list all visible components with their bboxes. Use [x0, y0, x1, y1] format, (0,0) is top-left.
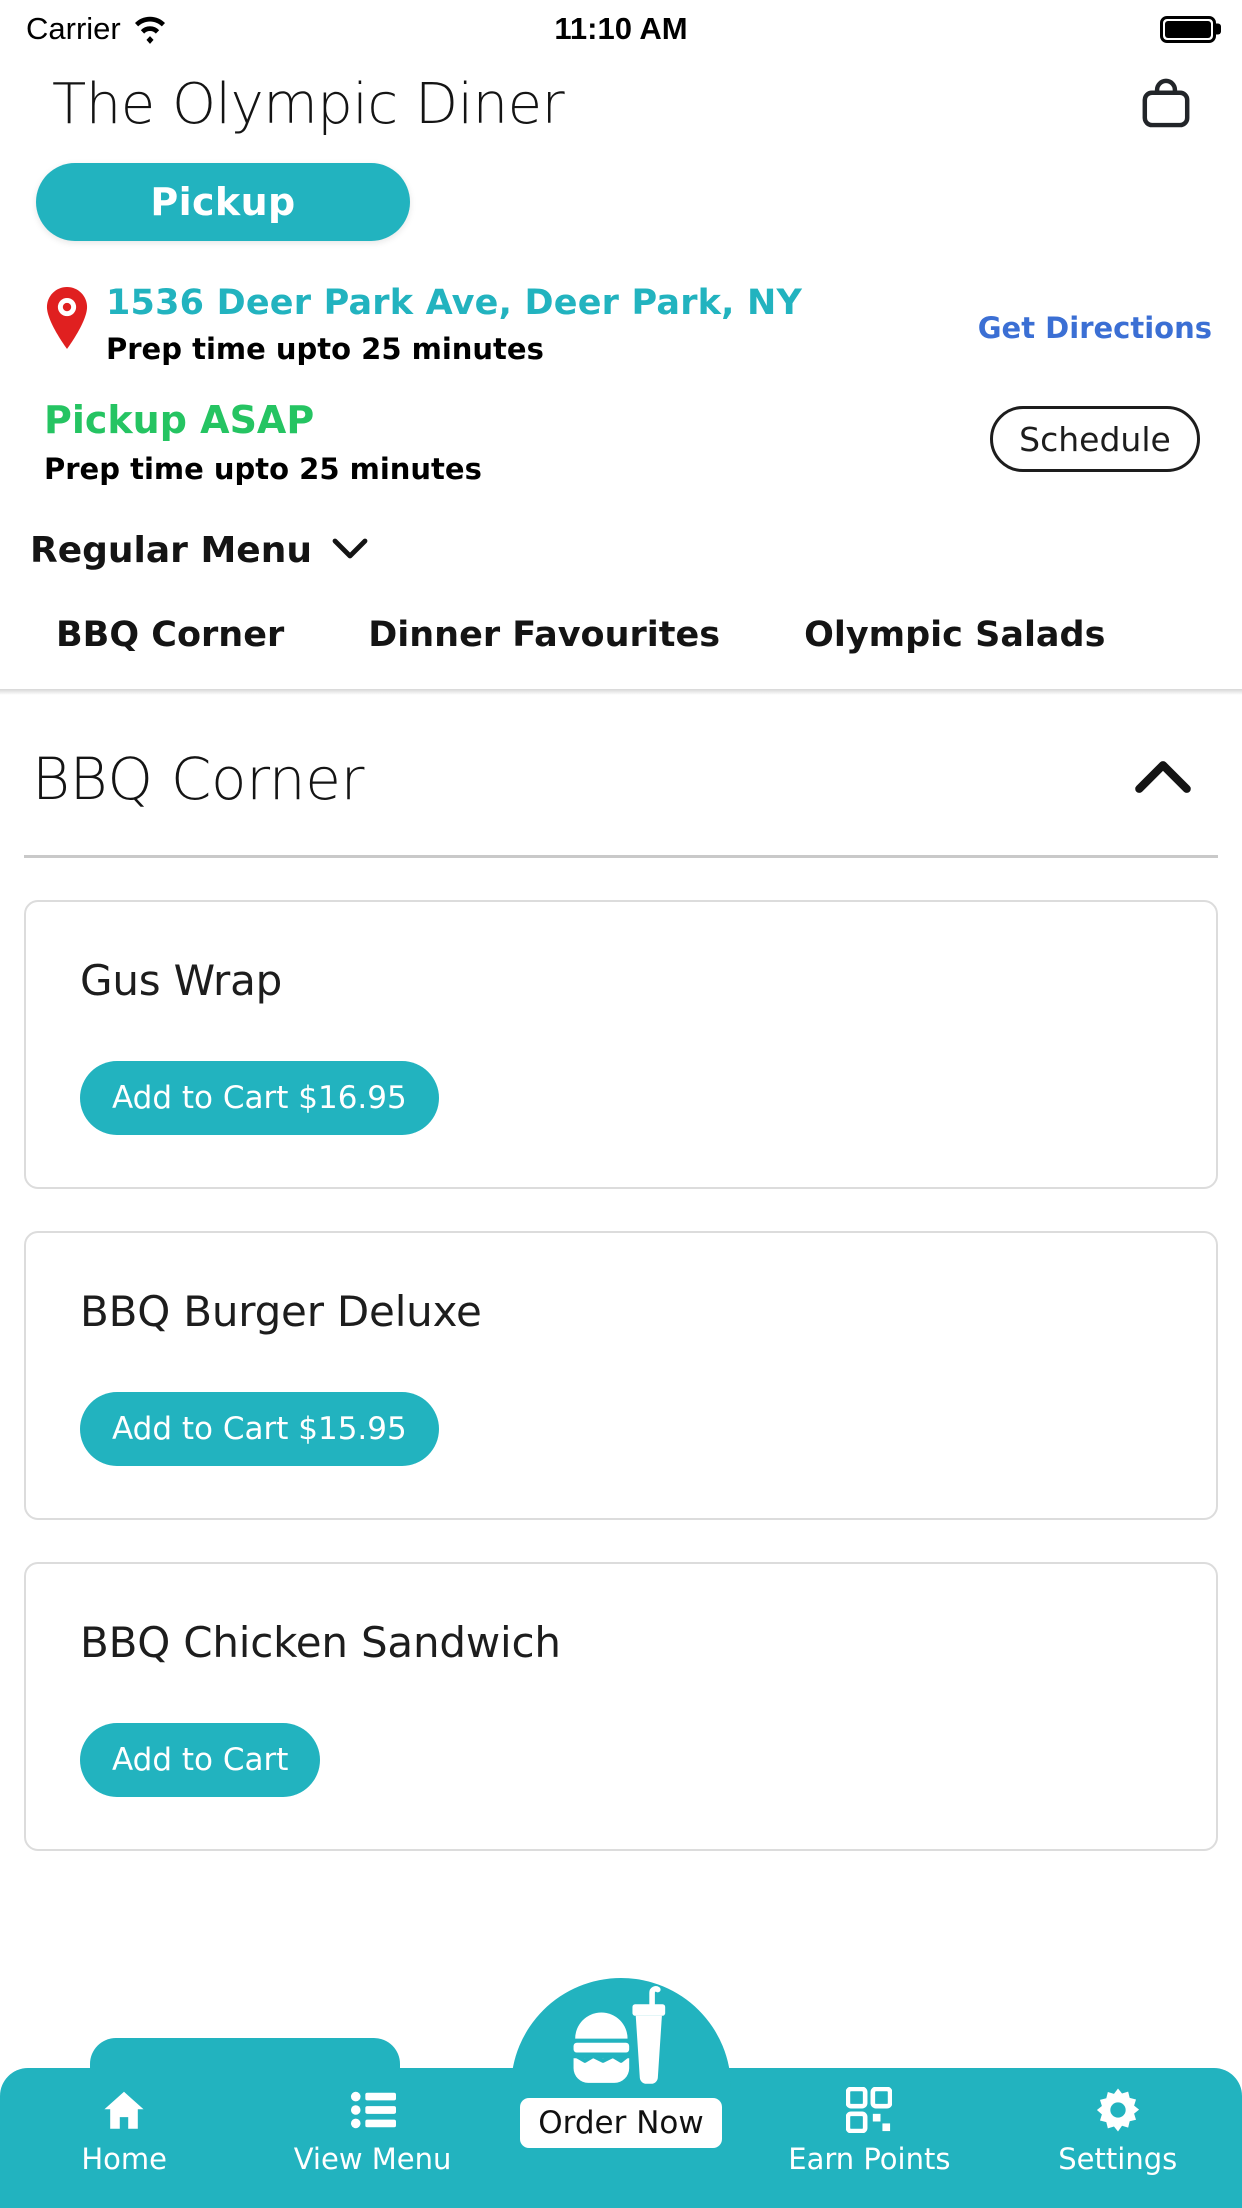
add-to-cart-button[interactable]: Add to Cart $16.95 — [80, 1061, 439, 1135]
bottom-navigation: Home View Menu Earn Points Settings Orde… — [0, 1978, 1242, 2208]
tab-olympic-salads[interactable]: Olympic Salads — [804, 615, 1105, 655]
category-tab-bar[interactable]: BBQ Corner Dinner Favourites Olympic Sal… — [0, 571, 1242, 689]
tab-bbq-corner[interactable]: BBQ Corner — [56, 615, 284, 655]
item-name: Gus Wrap — [80, 956, 283, 1005]
list-icon — [350, 2086, 396, 2134]
nav-label-home: Home — [81, 2142, 167, 2176]
nav-item-order-now[interactable]: Order Now — [511, 1986, 731, 2148]
status-bar: Carrier 11:10 AM — [0, 0, 1242, 58]
nav-item-view-menu[interactable]: View Menu — [273, 2086, 473, 2176]
add-to-cart-button[interactable]: Add to Cart $15.95 — [80, 1392, 439, 1466]
gear-icon — [1095, 2086, 1141, 2134]
timing-block: Pickup ASAP Prep time upto 25 minutes — [44, 398, 482, 486]
nav-item-settings[interactable]: Settings — [1018, 2086, 1218, 2176]
item-name: BBQ Burger Deluxe — [80, 1287, 482, 1336]
burger-drink-icon — [567, 1986, 675, 2092]
tab-dinner-favourites[interactable]: Dinner Favourites — [368, 615, 720, 655]
shopping-bag-icon[interactable] — [1134, 73, 1198, 137]
map-pin-icon — [44, 287, 90, 353]
nav-label-earn-points: Earn Points — [788, 2142, 951, 2176]
schedule-button[interactable]: Schedule — [990, 406, 1200, 472]
section-divider — [24, 855, 1218, 858]
page-title: The Olympic Diner — [52, 72, 565, 137]
menu-section: BBQ Corner Gus Wrap Add to Cart $16.95 B… — [0, 695, 1242, 1851]
location-row: 1536 Deer Park Ave, Deer Park, NY Prep t… — [0, 241, 1242, 366]
menu-item-card[interactable]: BBQ Burger Deluxe Add to Cart $15.95 — [24, 1231, 1218, 1520]
section-title: BBQ Corner — [32, 745, 365, 813]
qr-code-icon — [846, 2086, 893, 2134]
get-directions-link[interactable]: Get Directions — [978, 311, 1212, 345]
nav-item-earn-points[interactable]: Earn Points — [769, 2086, 969, 2176]
menu-selector[interactable]: Regular Menu — [0, 486, 1242, 571]
timing-row: Pickup ASAP Prep time upto 25 minutes Sc… — [0, 366, 1242, 486]
item-list: Gus Wrap Add to Cart $16.95 BBQ Burger D… — [24, 900, 1218, 1851]
nav-label-view-menu: View Menu — [293, 2142, 452, 2176]
address-block: 1536 Deer Park Ave, Deer Park, NY Prep t… — [106, 283, 802, 366]
status-bar-left: Carrier — [26, 11, 167, 47]
chevron-up-icon[interactable] — [1132, 758, 1194, 800]
menu-item-card[interactable]: BBQ Chicken Sandwich Add to Cart — [24, 1562, 1218, 1851]
nav-bump-left — [90, 2038, 400, 2084]
order-mode-toggle: Pickup — [0, 137, 1242, 241]
status-bar-time: 11:10 AM — [554, 11, 688, 46]
battery-full-icon — [1160, 15, 1216, 43]
chevron-down-icon — [332, 538, 368, 563]
app-header: The Olympic Diner — [0, 58, 1242, 137]
location-prep-time: Prep time upto 25 minutes — [106, 332, 544, 366]
nav-label-order-now: Order Now — [520, 2098, 722, 2148]
address-label[interactable]: 1536 Deer Park Ave, Deer Park, NY — [106, 283, 802, 323]
add-to-cart-button[interactable]: Add to Cart — [80, 1723, 321, 1797]
section-header[interactable]: BBQ Corner — [24, 695, 1218, 813]
menu-selector-label: Regular Menu — [30, 530, 312, 571]
home-icon — [101, 2086, 147, 2134]
item-name: BBQ Chicken Sandwich — [80, 1618, 561, 1667]
wifi-icon — [133, 14, 167, 44]
carrier-label: Carrier — [26, 11, 121, 46]
menu-item-card[interactable]: Gus Wrap Add to Cart $16.95 — [24, 900, 1218, 1189]
nav-label-settings: Settings — [1058, 2142, 1178, 2176]
pickup-asap-label: Pickup ASAP — [44, 398, 315, 442]
battery-fill — [1165, 20, 1211, 38]
timing-prep-time: Prep time upto 25 minutes — [44, 452, 482, 486]
nav-item-home[interactable]: Home — [24, 2086, 224, 2176]
pickup-button[interactable]: Pickup — [36, 163, 410, 241]
status-bar-right — [1160, 15, 1216, 43]
